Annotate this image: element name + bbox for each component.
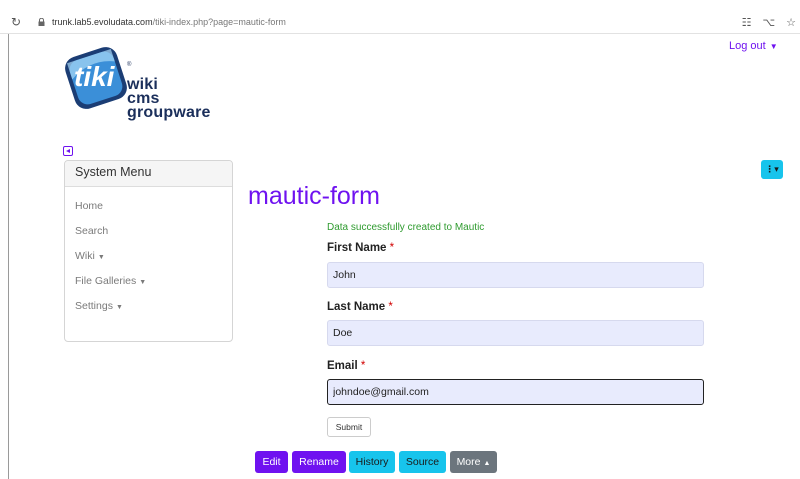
email-input[interactable] xyxy=(327,379,704,405)
page-actions-menu-icon[interactable]: ⋮▾ xyxy=(761,160,783,179)
more-button[interactable]: More ▲ xyxy=(450,451,497,473)
required-mark: * xyxy=(389,242,395,254)
page-title: mautic-form xyxy=(248,182,380,210)
sidebar-item-wiki[interactable]: Wiki ▼ xyxy=(75,250,222,275)
system-menu-title: System Menu xyxy=(65,161,232,187)
reload-icon[interactable]: ↻ xyxy=(11,15,21,29)
url-path: /tiki-index.php?page=mautic-form xyxy=(152,17,286,27)
last-name-label-text: Last Name xyxy=(327,301,386,313)
caret-down-icon: ▼ xyxy=(139,279,147,286)
required-mark: * xyxy=(388,301,393,313)
translate-icon[interactable]: ☷ xyxy=(742,16,752,29)
first-name-label: First Name * xyxy=(327,242,394,254)
required-mark: * xyxy=(360,360,366,372)
svg-text:tiki: tiki xyxy=(74,61,116,92)
history-button[interactable]: History xyxy=(349,451,395,473)
sidebar-item-search[interactable]: Search xyxy=(75,225,222,250)
svg-text:®: ® xyxy=(127,61,132,68)
system-menu-list: Home Search Wiki ▼ File Galleries ▼ Settin… xyxy=(65,187,232,338)
last-name-label: Last Name * xyxy=(327,301,393,313)
success-message: Data successfully created to Mautic xyxy=(327,222,485,233)
sidebar-item-settings[interactable]: Settings ▼ xyxy=(75,300,222,325)
lock-icon xyxy=(38,18,45,26)
url-host: trunk.lab5.evoludata.com xyxy=(52,17,153,27)
sidebar-item-file-galleries[interactable]: File Galleries ▼ xyxy=(75,275,222,300)
share-icon[interactable]: ⌥ xyxy=(762,16,775,29)
more-button-label: More xyxy=(456,456,481,468)
system-menu: System Menu Home Search Wiki ▼ File Galle… xyxy=(64,160,233,342)
sidebar-item-label: Home xyxy=(75,200,104,212)
logo-line-groupware: groupware xyxy=(127,104,211,121)
last-name-input[interactable] xyxy=(327,320,704,346)
source-button[interactable]: Source xyxy=(399,451,446,473)
edit-button[interactable]: Edit xyxy=(255,451,288,473)
browser-toolbar-icons: ☷ ⌥ ☆ xyxy=(742,16,796,29)
toggle-left-column-icon[interactable] xyxy=(63,146,73,156)
sidebar-item-home[interactable]: Home xyxy=(75,200,222,225)
logout-label: Log out xyxy=(729,40,766,52)
sidebar-item-label: File Galleries xyxy=(75,275,137,287)
email-label: Email * xyxy=(327,360,365,372)
first-name-input[interactable] xyxy=(327,262,704,288)
caret-down-icon: ▼ xyxy=(97,254,105,261)
caret-down-icon: ▼ xyxy=(769,42,778,51)
url-text[interactable]: trunk.lab5.evoludata.com/tiki-index.php?… xyxy=(52,17,286,27)
caret-up-icon: ▲ xyxy=(483,460,491,467)
sidebar-item-label: Search xyxy=(75,225,109,237)
bookmark-star-icon[interactable]: ☆ xyxy=(786,16,796,29)
caret-down-icon: ▼ xyxy=(115,304,123,311)
logout-link[interactable]: Log out ▼ xyxy=(729,40,778,52)
sidebar-item-label: Settings xyxy=(75,300,113,312)
logo-wordmark: wiki cms groupware xyxy=(127,77,211,121)
rename-button[interactable]: Rename xyxy=(292,451,346,473)
address-bar[interactable]: ↻ trunk.lab5.evoludata.com/tiki-index.ph… xyxy=(0,12,800,34)
first-name-label-text: First Name xyxy=(327,242,387,254)
submit-button[interactable]: Submit xyxy=(327,417,371,437)
email-label-text: Email xyxy=(327,360,358,372)
sidebar-item-label: Wiki xyxy=(75,250,95,262)
